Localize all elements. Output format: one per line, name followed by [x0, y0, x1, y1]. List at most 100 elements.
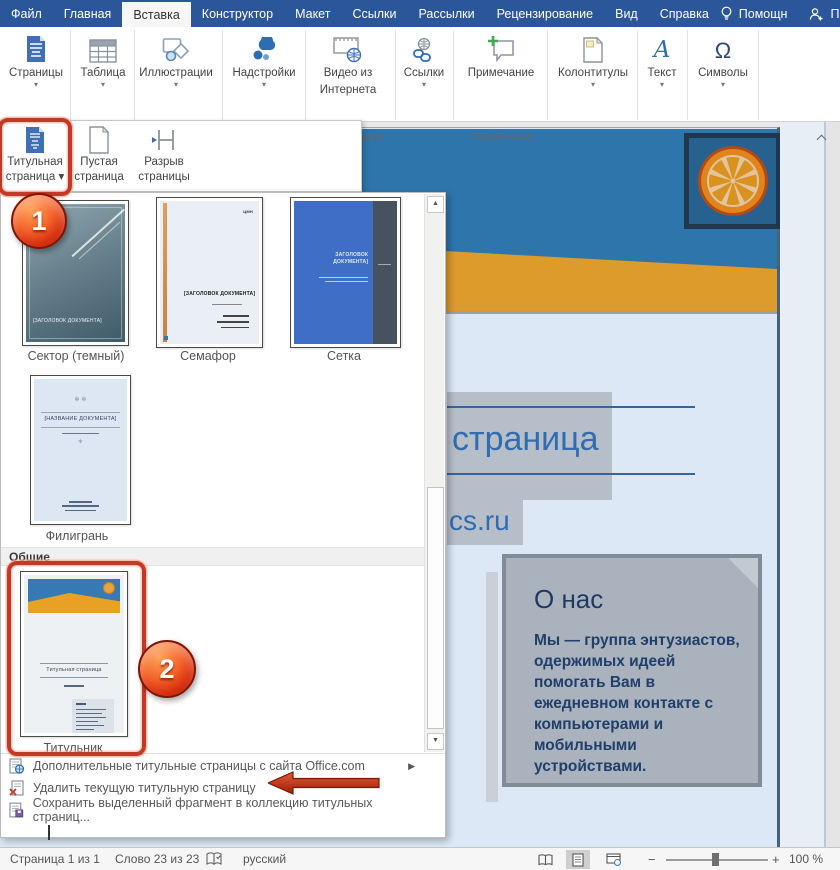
tab-view[interactable]: Вид: [604, 0, 649, 27]
blank-page-button[interactable]: Пустая страница: [68, 122, 130, 190]
links-label: Ссылки: [404, 66, 445, 80]
dropdown-arrow: ▾: [660, 81, 664, 89]
placeholder-text: [НАЗВАНИЕ ДОКУМЕНТА]: [34, 416, 127, 422]
scrollbar-thumb[interactable]: [427, 487, 444, 729]
online-video-button[interactable]: Видео из Интернета: [308, 30, 388, 97]
gallery-scrollbar[interactable]: ▲ ▼: [424, 194, 444, 752]
tell-me-label: Помощн: [739, 7, 788, 21]
header-footer-icon: [582, 33, 604, 63]
dropdown-arrow: ▾: [591, 81, 595, 89]
orange-logo-image[interactable]: [684, 133, 781, 229]
comment-button[interactable]: Примечание: [458, 30, 544, 80]
status-bar: Страница 1 из 1 Слово 23 из 23 русский −…: [0, 847, 840, 870]
symbols-label: Символы: [698, 66, 748, 80]
group-label-comments: Примечания: [473, 131, 534, 143]
lightbulb-icon: [720, 6, 733, 21]
pages-button[interactable]: Страницы ▾: [6, 30, 66, 89]
illustrations-icon: [162, 33, 190, 63]
table-label: Таблица: [80, 66, 125, 80]
addins-button[interactable]: Надстройки ▾: [228, 30, 300, 89]
web-layout-button[interactable]: [601, 850, 625, 869]
dropdown-arrow: ▾: [422, 81, 426, 89]
online-video-icon: [333, 33, 363, 63]
blank-page-label-2: страница: [74, 171, 124, 184]
blank-page-icon: [88, 124, 110, 154]
table-button[interactable]: Таблица ▾: [76, 30, 130, 89]
links-button[interactable]: Ссылки ▾: [398, 30, 450, 89]
cover-url-text[interactable]: cs.ru: [449, 505, 510, 537]
header-footer-label: Колонтитулы: [558, 66, 628, 80]
page-break-label-1: Разрыв: [144, 156, 184, 169]
comment-icon: [486, 33, 516, 63]
online-video-label-2: Интернета: [320, 83, 376, 97]
tab-home[interactable]: Главная: [53, 0, 123, 27]
cover-title-text[interactable]: страница: [452, 420, 599, 459]
online-video-label-1: Видео из: [324, 66, 373, 80]
tab-design[interactable]: Конструктор: [191, 0, 284, 27]
scroll-up-icon[interactable]: ▲: [427, 196, 444, 213]
menu-label: Сохранить выделенный фрагмент в коллекци…: [33, 796, 425, 824]
gallery-item-filigree[interactable]: ✻ ✻ [НАЗВАНИЕ ДОКУМЕНТА] ✻: [30, 375, 131, 525]
language-indicator[interactable]: русский: [243, 848, 286, 870]
tab-insert[interactable]: Вставка: [122, 2, 190, 27]
illustrations-button[interactable]: Иллюстрации ▾: [138, 30, 214, 89]
tab-mailings[interactable]: Рассылки: [407, 0, 485, 27]
tell-me-button[interactable]: Помощн: [720, 6, 788, 21]
word-count[interactable]: Слово 23 из 23: [115, 848, 199, 870]
page-break-icon: [151, 124, 177, 154]
placeholder-text: [ЗАГОЛОВОК ДОКУМЕНТА]: [184, 291, 255, 297]
page-break-button[interactable]: Разрыв страницы: [131, 122, 197, 190]
zoom-level[interactable]: 100 %: [789, 848, 823, 870]
page-indicator[interactable]: Страница 1 из 1: [10, 848, 100, 870]
zoom-in-button[interactable]: +: [772, 848, 780, 870]
page-break-label-2: страницы: [138, 171, 189, 184]
pages-label: Страницы: [9, 66, 63, 80]
pages-icon: [24, 33, 48, 63]
tab-references[interactable]: Ссылки: [341, 0, 407, 27]
tab-file[interactable]: Файл: [0, 0, 53, 27]
menu-save-selection[interactable]: Сохранить выделенный фрагмент в коллекци…: [1, 799, 425, 821]
gallery-item-grid[interactable]: ЗАГОЛОВОК ДОКУМЕНТА]: [290, 197, 401, 348]
proofing-icon[interactable]: [206, 848, 222, 870]
tiny-text: ЦМН: [243, 209, 253, 214]
panel-fold: [726, 556, 760, 590]
orange-slice-icon: [697, 145, 769, 217]
submenu-arrow-icon: ▶: [408, 761, 415, 772]
zoom-slider-thumb[interactable]: [712, 853, 719, 866]
text-cursor: [48, 825, 50, 840]
zoom-out-button[interactable]: −: [648, 848, 656, 870]
ribbon-tab-bar: Файл Главная Вставка Конструктор Макет С…: [0, 0, 840, 27]
text-label: Текст: [648, 66, 677, 80]
annotation-box-step1: [0, 118, 72, 196]
title-rule-top: [447, 406, 695, 408]
remove-cover-icon: [9, 780, 24, 796]
table-icon: [89, 33, 117, 63]
dropdown-arrow: ▾: [262, 81, 266, 89]
header-footer-button[interactable]: Колонтитулы ▾: [552, 30, 634, 89]
blank-page-label-1: Пустая: [80, 156, 117, 169]
dropdown-arrow: ▾: [101, 81, 105, 89]
tab-layout[interactable]: Макет: [284, 0, 341, 27]
omega-icon: Ω: [715, 33, 731, 63]
links-icon: [411, 33, 437, 63]
tab-help[interactable]: Справка: [649, 0, 720, 27]
document-scrollbar-track[interactable]: [826, 121, 840, 847]
text-button[interactable]: A Текст ▾: [640, 30, 684, 89]
about-body: Мы — группа энтузиастов, одержимых идеей…: [534, 630, 742, 777]
annotation-circle-2: 2: [138, 640, 196, 698]
gallery-item-label: Филигрань: [46, 529, 109, 543]
print-layout-button[interactable]: [566, 850, 590, 869]
annotation-arrow: [268, 771, 380, 795]
gallery-item-semaphore[interactable]: ЦМН [ЗАГОЛОВОК ДОКУМЕНТА]: [156, 197, 263, 348]
about-panel[interactable]: О нас Мы — группа энтузиастов, одержимых…: [502, 554, 762, 787]
read-mode-button[interactable]: [533, 850, 557, 869]
word-window: страница cs.ru О нас Мы — группа энтузиа…: [0, 0, 840, 870]
gallery-item-label: Семафор: [180, 349, 236, 363]
scroll-down-icon[interactable]: ▼: [427, 733, 444, 750]
share-button[interactable]: Поделиться: [809, 7, 840, 21]
collapse-ribbon-icon[interactable]: [817, 133, 826, 142]
symbols-button[interactable]: Ω Символы ▾: [690, 30, 756, 89]
gallery-item-label: Сектор (темный): [28, 349, 125, 363]
tab-review[interactable]: Рецензирование: [486, 0, 605, 27]
dropdown-arrow: ▾: [721, 81, 725, 89]
